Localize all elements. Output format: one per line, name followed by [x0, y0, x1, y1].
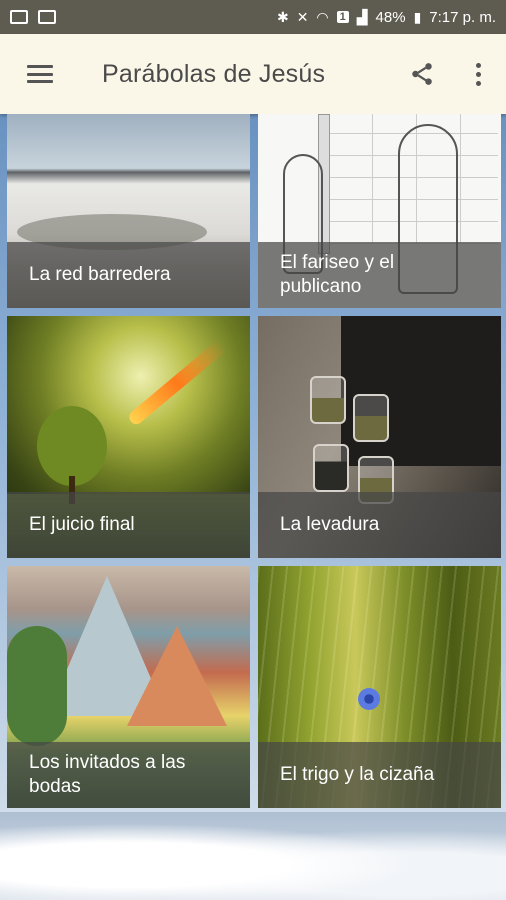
mute-icon: ✕: [296, 9, 309, 25]
bluetooth-icon: ✱: [276, 9, 289, 25]
parable-card-invitados-bodas[interactable]: Los invitados a las bodas: [7, 566, 250, 808]
parable-card-trigo-cizana[interactable]: El trigo y la cizaña: [258, 566, 501, 808]
more-vert-icon: [475, 62, 481, 86]
parable-card-red-barredera[interactable]: La red barredera: [7, 114, 250, 308]
parable-card-fariseo-publicano[interactable]: El fariseo y el publicano: [258, 114, 501, 308]
clock: 7:17 p. m.: [429, 8, 496, 26]
menu-icon: [27, 65, 53, 83]
parables-grid: La red barredera El fariseo y el publica…: [7, 114, 501, 812]
status-bar: ✱ ✕ ◠ 1 ▟ 48% ▮ 7:17 p. m.: [0, 0, 506, 34]
battery-percent: 48%: [375, 8, 406, 26]
sim-badge: 1: [336, 11, 349, 23]
app-bar: Parábolas de Jesús: [0, 34, 506, 114]
gallery-notification-icon: [10, 10, 28, 24]
share-icon: [412, 63, 432, 85]
parable-title: La levadura: [258, 492, 501, 558]
parable-card-juicio-final[interactable]: El juicio final: [7, 316, 250, 558]
parable-card-levadura[interactable]: La levadura: [258, 316, 501, 558]
parable-title: La red barredera: [7, 242, 250, 308]
share-button[interactable]: [394, 34, 450, 114]
wifi-icon: ◠: [316, 9, 329, 25]
signal-icon: ▟: [356, 9, 368, 25]
background-sky: [0, 812, 506, 900]
more-options-button[interactable]: [450, 34, 506, 114]
parable-title: Los invitados a las bodas: [7, 742, 250, 808]
status-right: ✱ ✕ ◠ 1 ▟ 48% ▮ 7:17 p. m.: [277, 9, 496, 26]
parable-title: El juicio final: [7, 492, 250, 558]
status-left: [10, 10, 56, 24]
app-notification-icon: [38, 10, 56, 24]
menu-button[interactable]: [0, 34, 80, 114]
battery-icon: ▮: [413, 9, 422, 25]
parable-title: El fariseo y el publicano: [258, 242, 501, 308]
page-title: Parábolas de Jesús: [102, 59, 326, 88]
parable-title: El trigo y la cizaña: [258, 742, 501, 808]
